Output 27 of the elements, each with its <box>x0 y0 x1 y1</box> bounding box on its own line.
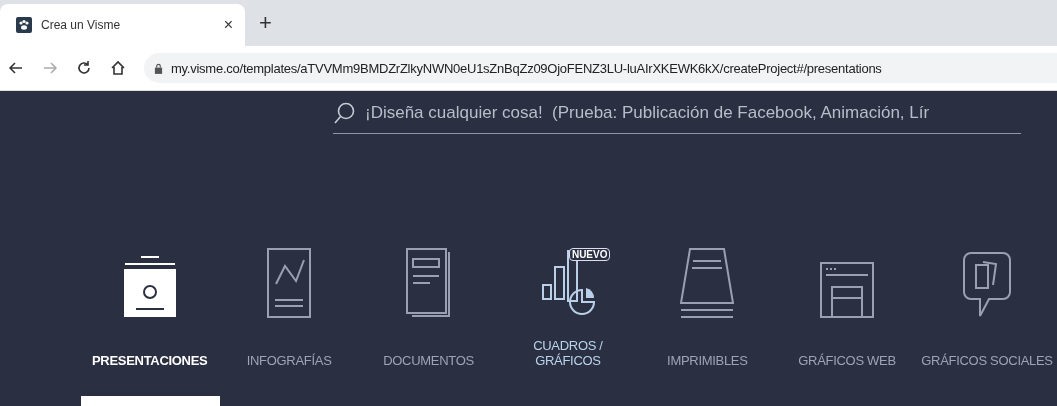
category-tab[interactable]: GRÁFICOS SOCIALES <box>917 246 1057 406</box>
browser-tab[interactable]: Crea un Visme × <box>0 4 245 46</box>
category-tab[interactable]: INFOGRAFÍAS <box>219 246 359 406</box>
search-icon <box>333 101 357 125</box>
category-tab[interactable]: PRESENTACIONES <box>80 246 220 406</box>
category-tab[interactable]: IMPRIMIBLES <box>637 246 778 406</box>
document-icon <box>405 248 452 318</box>
url-text: my.visme.co/templates/aTVVMm9BMDZrZlkyNWN0eU1sZnBqZz09OjoFENZ3LU-luAIrXKEWK6kX/createProject#/presentations <box>171 60 882 76</box>
infographic-icon <box>267 248 312 318</box>
new-tab-button[interactable]: + <box>259 10 272 36</box>
browser-window-icon <box>820 262 875 318</box>
address-bar[interactable]: my.visme.co/templates/aTVVMm9BMDZrZlkyNWN0eU1sZnBqZz09OjoFENZ3LU-luAIrXKEWK6kX/createProject#/presentations <box>144 53 1057 83</box>
speech-bubble-icon <box>963 252 1012 318</box>
close-tab-button[interactable]: × <box>223 16 233 34</box>
home-icon[interactable] <box>110 60 126 76</box>
category-tab[interactable]: GRÁFICOS WEB <box>777 246 918 406</box>
new-badge: NUEVO <box>568 248 611 261</box>
back-icon[interactable] <box>8 60 24 76</box>
tab-title: Crea un Visme <box>41 18 122 32</box>
search-field[interactable]: ¡Diseña cualquier cosa! (Prueba: Publicación de Facebook, Animación, Lír <box>333 101 1021 134</box>
paw-logo-icon <box>16 17 32 33</box>
category-tab[interactable]: NUEVO CUADROS / GRÁFICOS <box>498 246 638 406</box>
presentation-icon <box>122 254 177 318</box>
category-tab[interactable]: DOCUMENTOS <box>358 246 499 406</box>
printable-stack-icon <box>680 248 735 318</box>
lock-icon <box>154 62 163 74</box>
reload-icon[interactable] <box>76 60 92 76</box>
